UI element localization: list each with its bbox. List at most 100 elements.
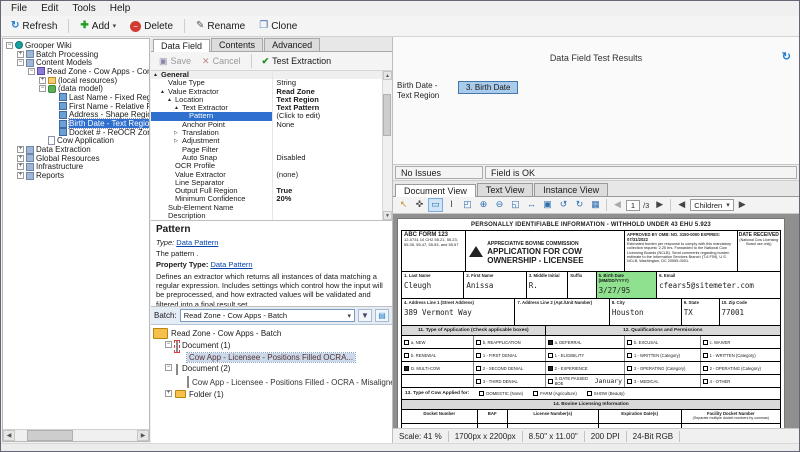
- scrollbar-track[interactable]: [383, 80, 392, 211]
- tree-item-global-resources[interactable]: + Global Resources: [3, 154, 149, 163]
- previous-page-icon[interactable]: ◀: [610, 198, 625, 212]
- collapse-box-icon[interactable]: −: [17, 59, 24, 66]
- property-row-translation[interactable]: ▷Translation: [151, 129, 382, 137]
- tree-item-data-model[interactable]: − (data model): [3, 84, 149, 93]
- expand-box-icon[interactable]: +: [165, 390, 172, 397]
- document-thumbnail-selected[interactable]: [175, 341, 179, 352]
- property-row-minimum-confidence[interactable]: Minimum Confidence 20%: [151, 195, 382, 203]
- tree-item-local-resources[interactable]: + (local resources): [3, 76, 149, 85]
- scrollbar-thumb[interactable]: [383, 94, 391, 136]
- zoom-fit-icon[interactable]: ◱: [508, 198, 523, 212]
- tree-item-grooper-wiki[interactable]: − Grooper Wiki: [3, 41, 149, 50]
- property-row-auto-snap[interactable]: Auto Snap Disabled: [151, 154, 382, 162]
- pan-tool-icon[interactable]: ✜: [412, 198, 427, 212]
- vertical-scrollbar[interactable]: ▲ ▼: [382, 71, 392, 220]
- tree-item-first-name-field[interactable]: First Name - Relative Region: [3, 102, 149, 111]
- scrollbar-thumb[interactable]: [27, 430, 73, 441]
- batch-document-1-type[interactable]: Cow App - Licensee - Positions Filled OC…: [187, 353, 390, 362]
- expand-box-icon[interactable]: +: [17, 172, 24, 179]
- property-row-page-filter[interactable]: Page Filter: [151, 146, 382, 154]
- zoom-area-icon[interactable]: ◰: [460, 198, 475, 212]
- property-category-general[interactable]: ▲General: [151, 71, 382, 79]
- expand-box-icon[interactable]: +: [17, 51, 24, 58]
- property-row-output-full-region[interactable]: Output Full Region True: [151, 187, 382, 195]
- clone-button[interactable]: ❐ Clone: [253, 19, 303, 34]
- scroll-left-icon[interactable]: ◀: [3, 430, 15, 441]
- batch-root-folder[interactable]: Read Zone - Cow Apps - Batch: [153, 328, 390, 339]
- property-row-location[interactable]: ▲Location Text Region: [151, 96, 382, 104]
- children-dropdown[interactable]: Children ▾: [690, 199, 733, 211]
- property-row-description[interactable]: Description: [151, 212, 382, 220]
- fit-width-icon[interactable]: ↔: [524, 198, 539, 212]
- scrollbar-track[interactable]: [15, 430, 137, 441]
- batch-document-1[interactable]: − Document (1): [165, 341, 390, 352]
- help-type-link[interactable]: Data Pattern: [176, 238, 218, 247]
- filter-button[interactable]: ▼: [358, 309, 372, 322]
- property-row-sub-element-name[interactable]: Sub-Element Name: [151, 204, 382, 212]
- zoom-out-icon[interactable]: ⊖: [492, 198, 507, 212]
- tab-text-view[interactable]: Text View: [477, 183, 533, 196]
- property-row-anchor-point[interactable]: Anchor Point None: [151, 121, 382, 129]
- add-button[interactable]: ✚ Add ▾: [74, 19, 122, 34]
- zoom-in-icon[interactable]: ⊕: [476, 198, 491, 212]
- tree-item-content-model[interactable]: − Read Zone - Cow Apps - Content Mod: [3, 67, 149, 76]
- tree-item-cow-application[interactable]: Cow Application: [3, 137, 149, 146]
- collapse-box-icon[interactable]: −: [39, 85, 46, 92]
- cancel-button[interactable]: ✕ Cancel: [198, 55, 245, 68]
- rotate-right-icon[interactable]: ↻: [572, 198, 587, 212]
- batch-combo[interactable]: Read Zone - Cow Apps - Batch ▾: [180, 309, 355, 322]
- refresh-button[interactable]: ↻ Refresh: [5, 19, 63, 34]
- scroll-right-icon[interactable]: ▶: [137, 430, 149, 441]
- tree-item-data-extraction[interactable]: + Data Extraction: [3, 145, 149, 154]
- region-select-tool-icon[interactable]: ▭: [428, 198, 443, 212]
- test-extraction-button[interactable]: ✔ Test Extraction: [258, 55, 336, 68]
- batch-viewer-button[interactable]: ▤: [375, 309, 389, 322]
- thumbnails-icon[interactable]: ▦: [588, 198, 603, 212]
- property-value[interactable]: (Click to edit): [273, 112, 382, 120]
- next-page-icon[interactable]: ▶: [652, 198, 667, 212]
- help-property-type-link[interactable]: Data Pattern: [210, 260, 252, 269]
- tab-document-view[interactable]: Document View: [395, 184, 476, 197]
- expand-box-icon[interactable]: +: [17, 146, 24, 153]
- scale-status[interactable]: Scale: 41 %: [393, 431, 449, 442]
- property-row-line-separator[interactable]: Line Separator: [151, 179, 382, 187]
- horizontal-scrollbar[interactable]: ◀ ▶: [3, 429, 149, 441]
- collapse-box-icon[interactable]: −: [28, 68, 35, 75]
- collapse-box-icon[interactable]: −: [165, 364, 172, 371]
- expand-box-icon[interactable]: +: [17, 163, 24, 170]
- collapse-box-icon[interactable]: −: [6, 42, 13, 49]
- next-child-icon[interactable]: ▶: [735, 198, 750, 212]
- property-row-ocr-profile[interactable]: OCR Profile: [151, 162, 382, 170]
- tree-item-birth-date-field[interactable]: Birth Date - Text Region: [3, 119, 149, 128]
- property-row-value-type[interactable]: Value Type String: [151, 79, 382, 87]
- tree-item-infrastructure[interactable]: + Infrastructure: [3, 163, 149, 172]
- page-number-input[interactable]: 1: [626, 200, 640, 211]
- collapse-box-icon[interactable]: −: [165, 341, 172, 348]
- batch-document-2-type[interactable]: Cow App - Licensee - Positions Filled - …: [187, 376, 390, 388]
- tree-item-docket-field[interactable]: Docket # - ReOCR Zone: [3, 128, 149, 137]
- scroll-down-icon[interactable]: ▼: [383, 211, 392, 220]
- pointer-tool-icon[interactable]: ↖: [396, 198, 411, 212]
- menu-edit[interactable]: Edit: [34, 2, 65, 15]
- save-button[interactable]: ▣ Save: [155, 55, 195, 68]
- document-canvas[interactable]: PERSONALLY IDENTIFIABLE INFORMATION - WI…: [393, 214, 799, 428]
- tree-item-batch-processing[interactable]: + Batch Processing: [3, 50, 149, 59]
- property-row-pattern[interactable]: Pattern (Click to edit): [151, 112, 382, 120]
- batch-document-2[interactable]: − Document (2): [165, 364, 390, 375]
- property-row-text-extractor[interactable]: ▲Text Extractor Text Pattern: [151, 104, 382, 112]
- delete-button[interactable]: − Delete: [124, 19, 179, 34]
- menu-file[interactable]: File: [4, 2, 34, 15]
- tab-instance-view[interactable]: Instance View: [534, 183, 608, 196]
- tree-item-address-field[interactable]: Address - Shape Region: [3, 111, 149, 120]
- property-row-value-extractor[interactable]: ▲Value Extractor Read Zone: [151, 88, 382, 96]
- scroll-up-icon[interactable]: ▲: [383, 71, 392, 80]
- tab-contents[interactable]: Contents: [211, 38, 263, 51]
- document-thumbnail[interactable]: [175, 364, 179, 375]
- text-select-tool-icon[interactable]: I: [444, 198, 459, 212]
- tree-item-content-models[interactable]: − Content Models: [3, 58, 149, 67]
- refresh-results-icon[interactable]: ↻: [782, 50, 791, 63]
- result-cell-birth-date[interactable]: 3. Birth Date: [458, 81, 518, 94]
- rotate-left-icon[interactable]: ↺: [556, 198, 571, 212]
- property-row-adjustment[interactable]: ▷Adjustment: [151, 137, 382, 145]
- expand-box-icon[interactable]: +: [39, 77, 46, 84]
